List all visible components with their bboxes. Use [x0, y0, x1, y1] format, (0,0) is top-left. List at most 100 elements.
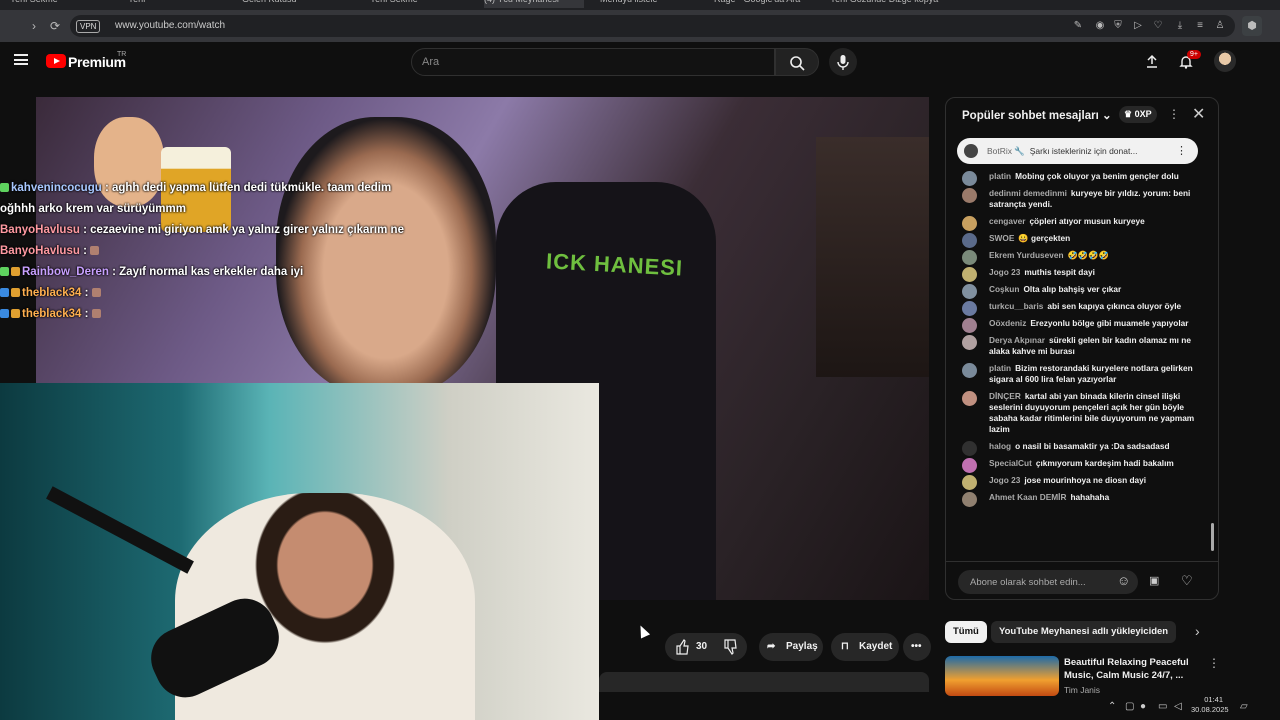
- shield-icon[interactable]: ⛨: [1112, 20, 1124, 32]
- chat-author[interactable]: Coşkun: [989, 284, 1019, 294]
- video-menu-icon[interactable]: ⋮: [1208, 656, 1220, 670]
- chat-message[interactable]: Coşkun Olta alıp bahşiş ver çıkar: [946, 281, 1218, 299]
- browser-tab[interactable]: Yeni: [128, 0, 188, 8]
- chat-author-avatar[interactable]: [962, 458, 977, 473]
- chat-message[interactable]: dedinmi demedinmi kuryeye bir yıldız. yor…: [946, 185, 1218, 213]
- address-bar[interactable]: VPN www.youtube.com/watch ✎ ◉ ⛨ ▷ ♡ ⤓ ≡ …: [70, 15, 1235, 37]
- chat-message[interactable]: Jogo 23 jose mourinhoya ne diosn dayi: [946, 472, 1218, 490]
- channel-name[interactable]: Tim Janis: [1064, 685, 1100, 695]
- chat-author[interactable]: platin: [989, 363, 1011, 373]
- heart-icon[interactable]: ♡: [1181, 573, 1193, 589]
- chat-message[interactable]: Jogo 23 muthis tespit dayi: [946, 264, 1218, 282]
- chat-author[interactable]: platin: [989, 171, 1011, 181]
- chat-message[interactable]: Derya Akpınar sürekli gelen bir kadın ola…: [946, 332, 1218, 360]
- chat-author-avatar[interactable]: [962, 363, 977, 378]
- app-icon[interactable]: ▢: [1125, 701, 1134, 712]
- more-actions-button[interactable]: •••: [903, 633, 931, 661]
- clock[interactable]: 01:41 30.08.2025: [1191, 695, 1229, 715]
- chat-scrollbar[interactable]: [1211, 523, 1214, 551]
- save-button[interactable]: ⊓ Kaydet: [831, 633, 899, 661]
- chat-author[interactable]: dedinmi demedinmi: [989, 188, 1067, 198]
- hamburger-menu-icon[interactable]: [14, 54, 28, 65]
- chat-author[interactable]: halog: [989, 441, 1011, 451]
- description-box[interactable]: [599, 672, 929, 692]
- search-input[interactable]: Ara: [411, 48, 775, 76]
- search-button[interactable]: [775, 48, 819, 76]
- chat-author-avatar[interactable]: [962, 475, 977, 490]
- browser-tab[interactable]: Yeni Sekme: [10, 0, 70, 8]
- chat-message[interactable]: halog o nasil bi basamaktir ya :Da sadsad…: [946, 438, 1218, 456]
- chat-author-avatar[interactable]: [962, 267, 977, 282]
- browser-tab[interactable]: Gelen Kutusu: [242, 0, 342, 8]
- url-text[interactable]: www.youtube.com/watch: [115, 20, 225, 31]
- chat-message[interactable]: cengaver çöpleri atıyor musun kuryeye: [946, 213, 1218, 231]
- chat-message[interactable]: DİNÇER kartal abi yan binada kilerin cins…: [946, 388, 1218, 438]
- chat-author-avatar[interactable]: [962, 171, 977, 186]
- heart-icon[interactable]: ♡: [1152, 20, 1164, 32]
- chat-message[interactable]: platin Bizim restorandaki kuryelere notla…: [946, 360, 1218, 388]
- play-icon[interactable]: ▷: [1132, 20, 1144, 32]
- chat-author-avatar[interactable]: [962, 233, 977, 248]
- chat-message[interactable]: SpecialCut çıkmıyorum kardeşim hadi bakal…: [946, 455, 1218, 473]
- list-icon[interactable]: ≡: [1194, 20, 1206, 32]
- browser-tab[interactable]: Rage - Google'da Ara: [714, 0, 804, 8]
- profile-icon[interactable]: ♙: [1214, 20, 1226, 32]
- browser-tab[interactable]: Menüyü listele: [600, 0, 690, 8]
- like-button[interactable]: [675, 633, 689, 673]
- chat-author[interactable]: Derya Akpınar: [989, 335, 1045, 345]
- youtube-logo[interactable]: [46, 54, 66, 68]
- recommended-video[interactable]: Beautiful Relaxing Peaceful Music, Calm …: [945, 656, 1220, 696]
- forward-icon[interactable]: ›: [26, 18, 42, 34]
- chevron-up-icon[interactable]: ⌃: [1108, 701, 1116, 712]
- chat-author-avatar[interactable]: [962, 216, 977, 231]
- chat-author[interactable]: Ahmet Kaan DEMİR: [989, 492, 1066, 502]
- chat-message[interactable]: turkcu__baris abi sen kapıya çıkınca oluy…: [946, 298, 1218, 316]
- chip-uploader[interactable]: YouTube Meyhanesi adlı yükleyiciden: [991, 621, 1177, 643]
- super-chat-icon[interactable]: ▣: [1149, 574, 1159, 587]
- chip-all[interactable]: Tümü: [945, 621, 987, 643]
- chat-message[interactable]: SWOE 😀 gerçekten: [946, 230, 1218, 248]
- xp-badge[interactable]: ♛ 0XP: [1119, 106, 1157, 123]
- chat-author-avatar[interactable]: [962, 391, 977, 406]
- extensions-icon[interactable]: ⬢: [1242, 16, 1262, 36]
- chat-input[interactable]: Abone olarak sohbet edin...: [958, 570, 1138, 594]
- dislike-button[interactable]: [723, 633, 737, 673]
- chat-author-avatar[interactable]: [962, 284, 977, 299]
- voice-search-button[interactable]: [829, 48, 857, 76]
- chat-author-avatar[interactable]: [962, 441, 977, 456]
- video-title[interactable]: Beautiful Relaxing Peaceful Music, Calm …: [1064, 656, 1194, 682]
- chat-message[interactable]: platin Mobing çok oluyor ya benim gençler…: [946, 168, 1218, 186]
- chat-author[interactable]: Ekrem Yurduseven: [989, 250, 1064, 260]
- mic-tray-icon[interactable]: ●: [1140, 701, 1146, 712]
- camera-icon[interactable]: ◉: [1094, 20, 1106, 32]
- chat-author[interactable]: SpecialCut: [989, 458, 1032, 468]
- browser-tab[interactable]: Yeni Gözünde Dizge kopya: [830, 0, 940, 8]
- account-avatar[interactable]: [1214, 50, 1236, 72]
- reload-icon[interactable]: ⟳: [47, 18, 63, 34]
- network-icon[interactable]: ▭: [1158, 701, 1167, 712]
- chat-menu-icon[interactable]: ⋮: [1168, 107, 1180, 121]
- chat-author[interactable]: turkcu__baris: [989, 301, 1043, 311]
- share-button[interactable]: ➦ Paylaş: [759, 633, 823, 661]
- chat-author[interactable]: DİNÇER: [989, 391, 1021, 401]
- chat-message[interactable]: Ahmet Kaan DEMİR hahahaha: [946, 489, 1218, 507]
- volume-icon[interactable]: ◁: [1174, 701, 1182, 712]
- vpn-badge[interactable]: VPN: [76, 20, 101, 33]
- chat-author[interactable]: Jogo 23: [989, 475, 1020, 485]
- create-button[interactable]: [1144, 53, 1160, 69]
- chat-author[interactable]: Oöxdeniz: [989, 318, 1026, 328]
- emoji-icon[interactable]: ☺: [1117, 573, 1130, 588]
- video-thumbnail[interactable]: [945, 656, 1059, 696]
- chat-author[interactable]: Jogo 23: [989, 267, 1020, 277]
- browser-tab-active[interactable]: (4) Ycu Meyhanesi: [484, 0, 584, 8]
- download-icon[interactable]: ⤓: [1174, 20, 1186, 32]
- chat-author-avatar[interactable]: [962, 492, 977, 507]
- pinned-menu-icon[interactable]: ⋮: [1176, 144, 1187, 157]
- edit-icon[interactable]: ✎: [1072, 20, 1084, 32]
- chat-author-avatar[interactable]: [962, 318, 977, 333]
- notification-center-icon[interactable]: ▱: [1240, 701, 1248, 712]
- chevron-right-icon[interactable]: ›: [1195, 623, 1200, 639]
- chat-author[interactable]: SWOE: [989, 233, 1014, 243]
- close-icon[interactable]: ✕: [1192, 107, 1205, 123]
- chat-author-avatar[interactable]: [962, 335, 977, 350]
